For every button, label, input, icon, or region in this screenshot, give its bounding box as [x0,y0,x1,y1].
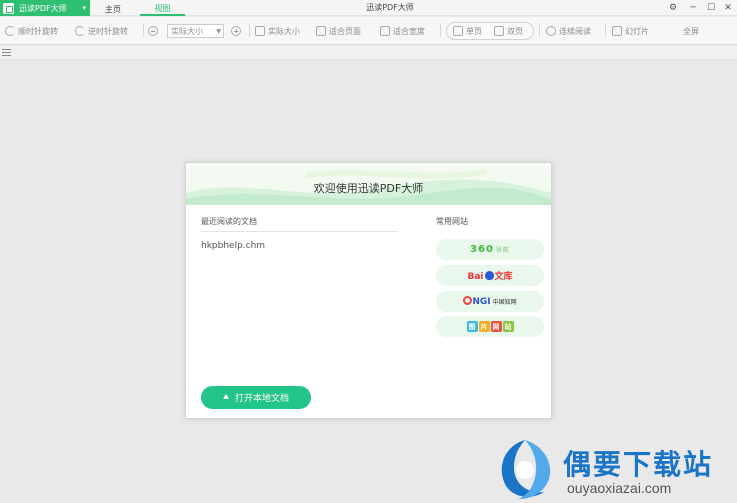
welcome-dialog: 欢迎使用迅读PDF大师 最近阅读的文档 hkpbhelp.chm 常用网站 36… [185,162,552,419]
actual-size-icon [255,26,265,36]
fit-page-label: 适合页面 [329,26,361,36]
watermark-url: ouyaoxiazai.com [567,480,672,496]
double-page-label: 双页 [507,26,523,36]
toolbar-divider [249,24,250,37]
slideshow-label: 幻灯片 [625,26,649,36]
actual-size-button[interactable]: 实际大小 [255,24,300,38]
window-title: 迅读PDF大师 [366,3,414,12]
app-name: 迅读PDF大师 [19,3,67,13]
sidebar-toggle-bar [0,46,737,60]
site-images-button[interactable]: 图 片 网 站 [436,316,544,337]
tab-view[interactable]: 视图 [140,2,185,16]
toolbar-divider [605,24,606,37]
minimize-icon[interactable]: ─ [686,1,700,14]
zoom-value: 实际大小 [171,26,203,36]
app-logo-icon [3,2,14,14]
zoom-out-icon [148,26,158,36]
watermark-logo-icon [501,440,551,500]
colorful-tiles-logo: 图 片 网 站 [466,321,514,332]
settings-icon[interactable]: ⚙ [666,1,680,14]
continuous-reading-label: 连续阅读 [559,26,591,36]
site-360-button[interactable]: 360 导航 [436,239,544,260]
site-360-logo: 360 导航 [470,244,510,255]
open-local-document-button[interactable]: 打开本地文档 [201,386,311,409]
upload-arrow-icon [222,394,229,399]
fit-page-button[interactable]: 适合页面 [316,24,361,38]
rotate-counterclockwise-label: 逆时针旋转 [88,26,128,36]
title-bar: 迅读PDF大师 ▾ 主页 视图 迅读PDF大师 ⚙ ─ ☐ ✕ [0,0,737,16]
fit-width-button[interactable]: 适合宽度 [380,24,425,38]
zoom-out-button[interactable] [148,24,161,38]
baidu-wenku-logo: Bai 文库 [467,271,513,282]
single-page-icon [453,26,463,36]
single-page-button[interactable]: 单页 [453,24,482,38]
chevron-down-icon: ▼ [216,27,221,35]
close-icon[interactable]: ✕ [721,1,735,14]
common-sites-heading: 常用网站 [436,217,468,226]
rotate-clockwise-label: 顺时针旋转 [18,26,58,36]
zoom-select[interactable]: 实际大小 ▼ [167,24,224,38]
tab-home[interactable]: 主页 [98,2,128,16]
maximize-icon[interactable]: ☐ [704,1,718,14]
fit-page-icon [316,26,326,36]
slideshow-icon [612,26,622,36]
chevron-down-icon: ▾ [82,4,86,12]
fullscreen-button[interactable]: 全屏 [683,24,699,38]
actual-size-label: 实际大小 [268,26,300,36]
menu-list-icon[interactable] [2,49,11,56]
double-page-button[interactable]: 双页 [494,24,523,38]
toolbar-divider [440,24,441,37]
dialog-header: 欢迎使用迅读PDF大师 [186,163,551,205]
toolbar-divider [143,24,144,37]
recent-file-item[interactable]: hkpbhelp.chm [201,241,265,251]
fit-width-icon [380,26,390,36]
rotate-clockwise-button[interactable]: 顺时针旋转 [5,24,58,38]
continuous-reading-icon [546,26,556,36]
rotate-counterclockwise-button[interactable]: 逆时针旋转 [75,24,128,38]
rotate-ccw-icon [75,26,85,36]
open-local-document-label: 打开本地文档 [234,394,289,404]
rotate-cw-icon [5,26,15,36]
fit-width-label: 适合宽度 [393,26,425,36]
slideshow-button[interactable]: 幻灯片 [612,24,649,38]
dialog-title: 欢迎使用迅读PDF大师 [313,182,424,195]
toolbar-divider [539,24,540,37]
fullscreen-label: 全屏 [683,26,699,36]
watermark-title: 偶要下载站 [563,448,714,481]
cnki-logo: NGI 中国知网 [463,296,517,307]
zoom-in-icon [231,26,241,36]
single-page-label: 单页 [466,26,482,36]
site-cnki-button[interactable]: NGI 中国知网 [436,291,544,312]
app-menu-button[interactable]: 迅读PDF大师 ▾ [0,0,90,16]
site-baidu-wenku-button[interactable]: Bai 文库 [436,265,544,286]
zoom-in-button[interactable] [231,24,244,38]
recent-docs-heading: 最近阅读的文档 [201,217,257,226]
divider [201,231,398,232]
double-page-icon [494,26,504,36]
continuous-reading-button[interactable]: 连续阅读 [546,24,591,38]
